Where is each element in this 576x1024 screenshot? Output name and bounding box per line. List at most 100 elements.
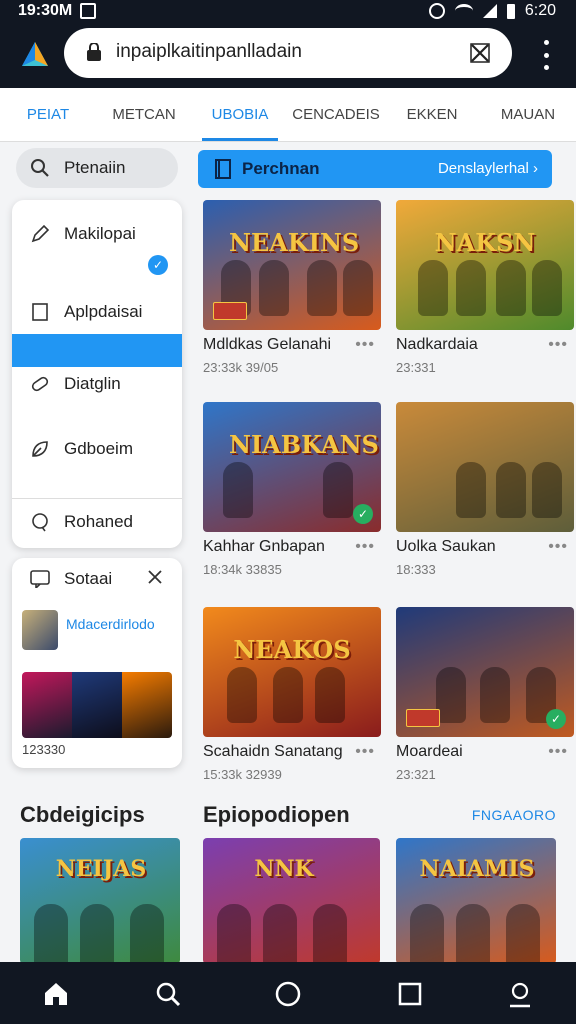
suggestion-number: 123330: [22, 742, 66, 757]
alarm-icon: [428, 3, 445, 19]
tab-3[interactable]: CENCADEIS: [288, 88, 384, 141]
suggestion-thumbnail[interactable]: [22, 610, 58, 650]
game-card[interactable]: NIABKANS ✓ Kahhar Gnbapan ••• 18:34k 33835: [203, 402, 381, 592]
leaf-icon: [32, 441, 48, 457]
pill-icon: [31, 376, 49, 392]
sidebar-item-label: Makilopai: [64, 224, 136, 243]
circle-home-icon[interactable]: [274, 980, 302, 1008]
game-artwork[interactable]: NEIJAS: [20, 838, 180, 964]
game-title[interactable]: Nadkardaia: [396, 336, 478, 354]
tab-0[interactable]: PEIAT: [0, 88, 96, 141]
game-title[interactable]: Moardeai: [396, 743, 463, 761]
game-meta: 18:333: [396, 562, 436, 577]
character-figure: [480, 667, 510, 723]
category-tabs: PEIAT METCAN UBOBIA CENCADEIS EKKEN MAUA…: [0, 88, 576, 142]
character-figure: [263, 904, 297, 964]
game-artwork[interactable]: NEAKOS: [203, 607, 381, 737]
character-figure: [223, 462, 253, 518]
game-card[interactable]: Uolka Saukan ••• 18:333: [396, 402, 574, 592]
tab-1[interactable]: METCAN: [96, 88, 192, 141]
suggestion-title: Sotaai: [64, 569, 113, 588]
sidebar-menu: Makilopai ✓ Aplpdaisai Diatglin Gdboeim …: [12, 200, 182, 548]
status-icons: 6:20: [428, 2, 556, 20]
game-title[interactable]: Scahaidn Sanatang: [203, 743, 343, 761]
game-meta: 15:33k 32939: [203, 767, 282, 782]
game-artwork[interactable]: NAKSN: [396, 200, 574, 330]
game-logo: NAIAMIS: [419, 856, 535, 882]
more-options-icon[interactable]: •••: [548, 743, 568, 761]
recents-icon[interactable]: [396, 980, 424, 1008]
game-artwork[interactable]: NIABKANS ✓: [203, 402, 381, 532]
more-options-icon[interactable]: •••: [355, 743, 375, 761]
sidebar-item-label: Aplpdaisai: [64, 302, 143, 321]
suggestion-card: Sotaai Mdacerdirlodo 123330: [12, 558, 182, 768]
character-figure: [456, 462, 486, 518]
more-icon[interactable]: [544, 40, 550, 70]
game-artwork[interactable]: NAIAMIS: [396, 838, 556, 964]
game-artwork[interactable]: [396, 402, 574, 532]
home-icon[interactable]: [42, 980, 70, 1008]
close-icon[interactable]: [468, 41, 492, 65]
banner-action[interactable]: Denslaylerhal ›: [438, 160, 538, 177]
tab-5[interactable]: MAUAN: [480, 88, 576, 141]
selected-highlight: [12, 334, 182, 367]
character-figure: [496, 462, 526, 518]
game-logo: NEIJAS: [55, 856, 147, 882]
character-figure: [456, 904, 490, 964]
game-meta: 23:331: [396, 360, 436, 375]
game-card[interactable]: NEAKOS Scahaidn Sanatang ••• 15:33k 32939: [203, 607, 381, 797]
tab-2[interactable]: UBOBIA: [192, 88, 288, 141]
game-card[interactable]: ✓ Moardeai ••• 23:321: [396, 607, 574, 797]
game-title[interactable]: Uolka Saukan: [396, 538, 496, 556]
lock-icon: [87, 43, 101, 61]
character-figure: [217, 904, 251, 964]
character-figure: [343, 260, 373, 316]
suggestion-image-strip[interactable]: [22, 672, 172, 738]
character-figure: [436, 667, 466, 723]
sidebar-item-4[interactable]: Rohaned: [12, 502, 182, 542]
character-figure: [259, 260, 289, 316]
more-options-icon[interactable]: •••: [355, 336, 375, 354]
character-figure: [80, 904, 114, 964]
section-see-all-link[interactable]: FNGAAORO: [472, 807, 556, 823]
search-icon[interactable]: [154, 980, 182, 1008]
rating-tag-icon: [406, 709, 440, 727]
game-title[interactable]: Kahhar Gnbapan: [203, 538, 325, 556]
promo-banner[interactable]: Perchnan Denslaylerhal ›: [198, 150, 552, 188]
app-logo[interactable]: [20, 40, 50, 70]
check-icon: ✓: [546, 709, 566, 729]
sidebar-item-3[interactable]: Gdboeim: [12, 429, 182, 469]
character-figure: [532, 260, 562, 316]
character-figure: [315, 667, 345, 723]
game-logo: NEAKINS: [229, 228, 360, 257]
character-figure: [410, 904, 444, 964]
more-options-icon[interactable]: •••: [355, 538, 375, 556]
url-text: inpaiplkaitinpanlladain: [116, 41, 302, 62]
page-icon: [32, 303, 48, 321]
url-field[interactable]: inpaiplkaitinpanlladain: [64, 28, 512, 78]
close-icon[interactable]: [146, 568, 164, 586]
search-icon: [31, 159, 49, 177]
message-icon: [30, 570, 50, 588]
game-artwork[interactable]: ✓: [396, 607, 574, 737]
sidebar-search[interactable]: Ptenaiin: [16, 148, 178, 188]
game-card[interactable]: NAKSN Nadkardaia ••• 23:331: [396, 200, 574, 390]
game-card[interactable]: NEAKINS Mdldkas Gelanahi ••• 23:33k 39/05: [203, 200, 381, 390]
more-options-icon[interactable]: •••: [548, 538, 568, 556]
more-options-icon[interactable]: •••: [548, 336, 568, 354]
status-time: 19:30M: [18, 2, 73, 19]
chat-icon: [32, 513, 48, 532]
game-meta: 18:34k 33835: [203, 562, 282, 577]
tab-4[interactable]: EKKEN: [384, 88, 480, 141]
character-figure: [130, 904, 164, 964]
sidebar-item-1[interactable]: Aplpdaisai: [12, 292, 182, 332]
game-artwork[interactable]: NEAKINS: [203, 200, 381, 330]
suggestion-link[interactable]: Mdacerdirlodo: [66, 616, 155, 632]
sidebar-item-0[interactable]: Makilopai: [12, 214, 182, 254]
sidebar-item-2[interactable]: Diatglin: [12, 364, 182, 404]
game-title[interactable]: Mdldkas Gelanahi: [203, 336, 331, 354]
profile-icon[interactable]: [506, 980, 534, 1008]
game-artwork[interactable]: NNK: [203, 838, 380, 964]
character-figure: [532, 462, 562, 518]
character-figure: [273, 667, 303, 723]
